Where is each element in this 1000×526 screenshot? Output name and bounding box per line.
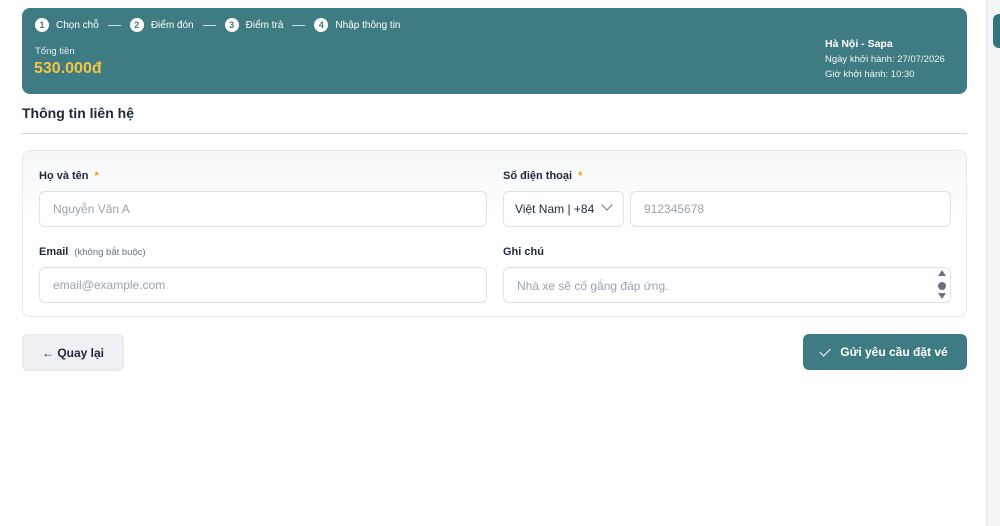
- step-connector: [292, 24, 306, 26]
- submit-booking-button[interactable]: Gửi yêu cầu đặt vé: [803, 334, 967, 370]
- email-label: Email (không bắt buộc): [39, 246, 146, 258]
- note-label: Ghi chú: [503, 246, 544, 258]
- trip-info: Hà Nội - Sapa Ngày khởi hành: 27/07/2026…: [825, 38, 953, 80]
- textarea-scrollbar[interactable]: [938, 270, 946, 300]
- step-connector: [107, 24, 121, 26]
- scroll-thumb[interactable]: [938, 282, 946, 290]
- full-name-input[interactable]: Nguyễn Văn A: [39, 191, 487, 227]
- note-textarea[interactable]: Nhà xe sẽ cố gắng đáp ứng.: [503, 267, 951, 303]
- step-label: Điểm đón: [150, 19, 194, 31]
- step-label: Điểm trả: [245, 19, 284, 31]
- step-dropoff: 3 Điểm trả: [224, 18, 284, 32]
- note-placeholder: Nhà xe sẽ cố gắng đáp ứng.: [517, 279, 669, 293]
- scroll-up-icon[interactable]: [938, 270, 946, 276]
- step-pickup: 2 Điểm đón: [129, 18, 194, 32]
- contact-form: Họ và tên * Nguyễn Văn A Số điện thoại * V…: [22, 150, 967, 317]
- step-number: 1: [35, 18, 49, 32]
- trip-route: Hà Nội - Sapa: [825, 38, 893, 50]
- country-code-value: Việt Nam | +84: [515, 202, 595, 216]
- name-label: Họ và tên *: [39, 170, 99, 182]
- phone-label: Số điện thoại *: [503, 170, 582, 182]
- departure-time: Giờ khởi hành: 10:30: [825, 69, 915, 80]
- step-connector: [202, 24, 216, 26]
- scroll-down-icon[interactable]: [938, 293, 946, 299]
- departure-date: Ngày khởi hành: 27/07/2026: [825, 54, 945, 65]
- email-input[interactable]: email@example.com: [39, 267, 487, 303]
- step-label: Chọn chỗ: [56, 19, 99, 31]
- phone-label-text: Số điện thoại: [503, 170, 573, 182]
- side-panel-edge: [986, 0, 1000, 526]
- required-mark: *: [578, 170, 583, 182]
- submit-label: Gửi yêu cầu đặt vé: [840, 345, 948, 359]
- email-label-text: Email: [39, 246, 69, 258]
- booking-steps: 1 Chọn chỗ 2 Điểm đón 3 Điểm trả 4 Nhập …: [35, 18, 400, 32]
- section-divider: [22, 133, 967, 134]
- chevron-down-icon: [601, 199, 613, 211]
- side-panel-tab[interactable]: [993, 14, 1000, 48]
- step-number: 3: [224, 18, 239, 32]
- step-number: 2: [129, 18, 144, 32]
- name-label-text: Họ và tên: [39, 170, 89, 182]
- booking-summary-header: 1 Chọn chỗ 2 Điểm đón 3 Điểm trả 4 Nhập …: [22, 8, 967, 94]
- step-enter-info: 4 Nhập thông tin: [314, 18, 400, 32]
- phone-input[interactable]: 912345678: [630, 191, 951, 227]
- step-label: Nhập thông tin: [335, 19, 401, 31]
- check-icon: [819, 344, 831, 357]
- optional-note: (không bắt buộc): [74, 247, 146, 258]
- step-choose-seat: 1 Chọn chỗ: [35, 18, 99, 32]
- section-title: Thông tin liên hệ: [22, 105, 134, 121]
- total-price: 530.000đ: [34, 60, 102, 77]
- required-mark: *: [94, 170, 99, 182]
- total-label: Tổng tiền: [35, 46, 75, 57]
- country-code-select[interactable]: Việt Nam | +84: [503, 191, 624, 227]
- back-button[interactable]: ← Quay lại: [22, 334, 124, 371]
- step-number: 4: [314, 18, 329, 32]
